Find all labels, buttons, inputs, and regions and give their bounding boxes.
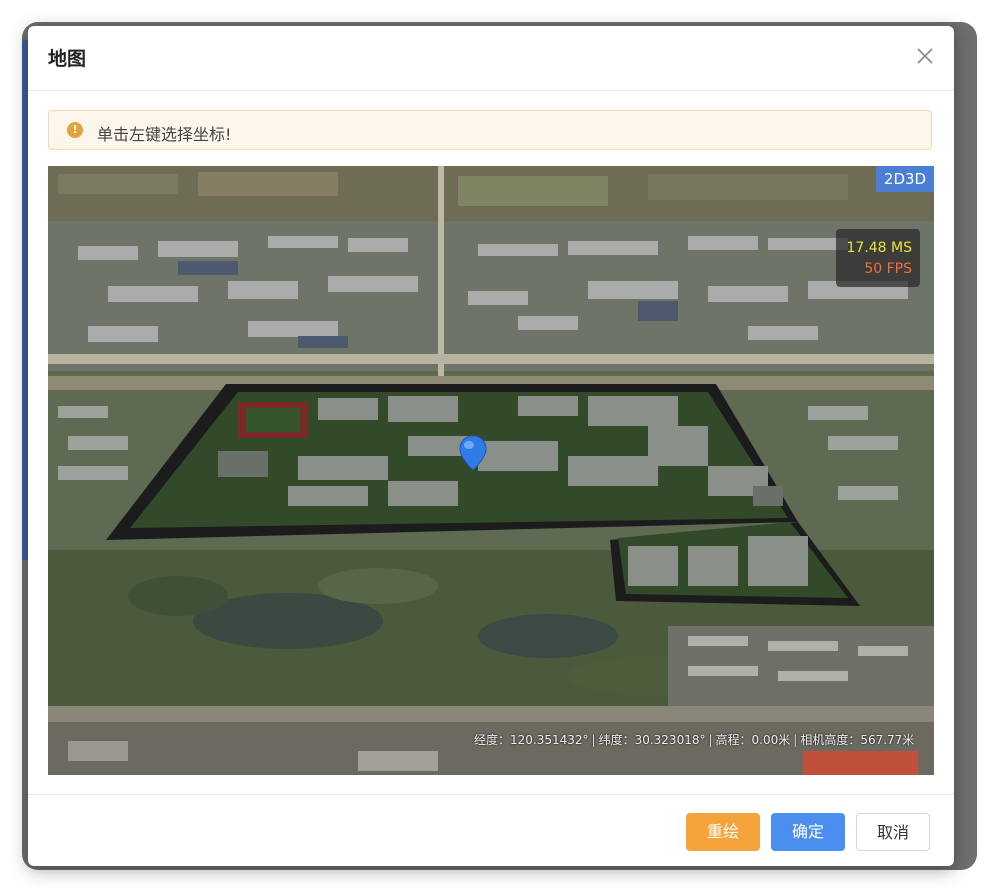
frame-rate: 50 FPS — [864, 261, 912, 277]
separator: | — [793, 733, 798, 747]
confirm-button[interactable]: 确定 — [771, 813, 845, 851]
longitude-readout: 经度：120.351432° — [474, 733, 589, 747]
close-icon[interactable] — [914, 45, 936, 67]
camera-height-readout: 相机高度：567.77米 — [800, 733, 915, 747]
instruction-alert: ! 单击左键选择坐标! — [48, 110, 932, 150]
dialog-footer: 重绘 确定 取消 — [28, 794, 954, 866]
separator: | — [708, 733, 713, 747]
coordinate-readout: 经度：120.351432° | 纬度：30.323018° | 高程：0.00米 | 相机… — [474, 731, 914, 748]
map-dialog: 地图 ! 单击左键选择坐标! 2D3D 17.48 MS 50 FPS 经度：1… — [28, 26, 954, 866]
warning-icon: ! — [67, 122, 83, 138]
cancel-button[interactable]: 取消 — [856, 813, 930, 851]
latitude-readout: 纬度：30.323018° — [598, 733, 706, 747]
performance-monitor: 17.48 MS 50 FPS — [836, 229, 920, 287]
alert-text: 单击左键选择坐标! — [97, 125, 232, 144]
dialog-header: 地图 — [28, 26, 954, 91]
mode-toggle-2d3d[interactable]: 2D3D — [876, 166, 934, 192]
map-viewport[interactable]: 2D3D 17.48 MS 50 FPS 经度：120.351432° | 纬度：3… — [48, 166, 934, 775]
redraw-button[interactable]: 重绘 — [686, 813, 760, 851]
frame-time: 17.48 MS — [846, 240, 913, 256]
dialog-title: 地图 — [48, 48, 87, 70]
satellite-scene — [48, 166, 934, 775]
map-pin-icon[interactable] — [458, 434, 488, 474]
separator: | — [591, 733, 596, 747]
elevation-readout: 高程：0.00米 — [715, 733, 791, 747]
